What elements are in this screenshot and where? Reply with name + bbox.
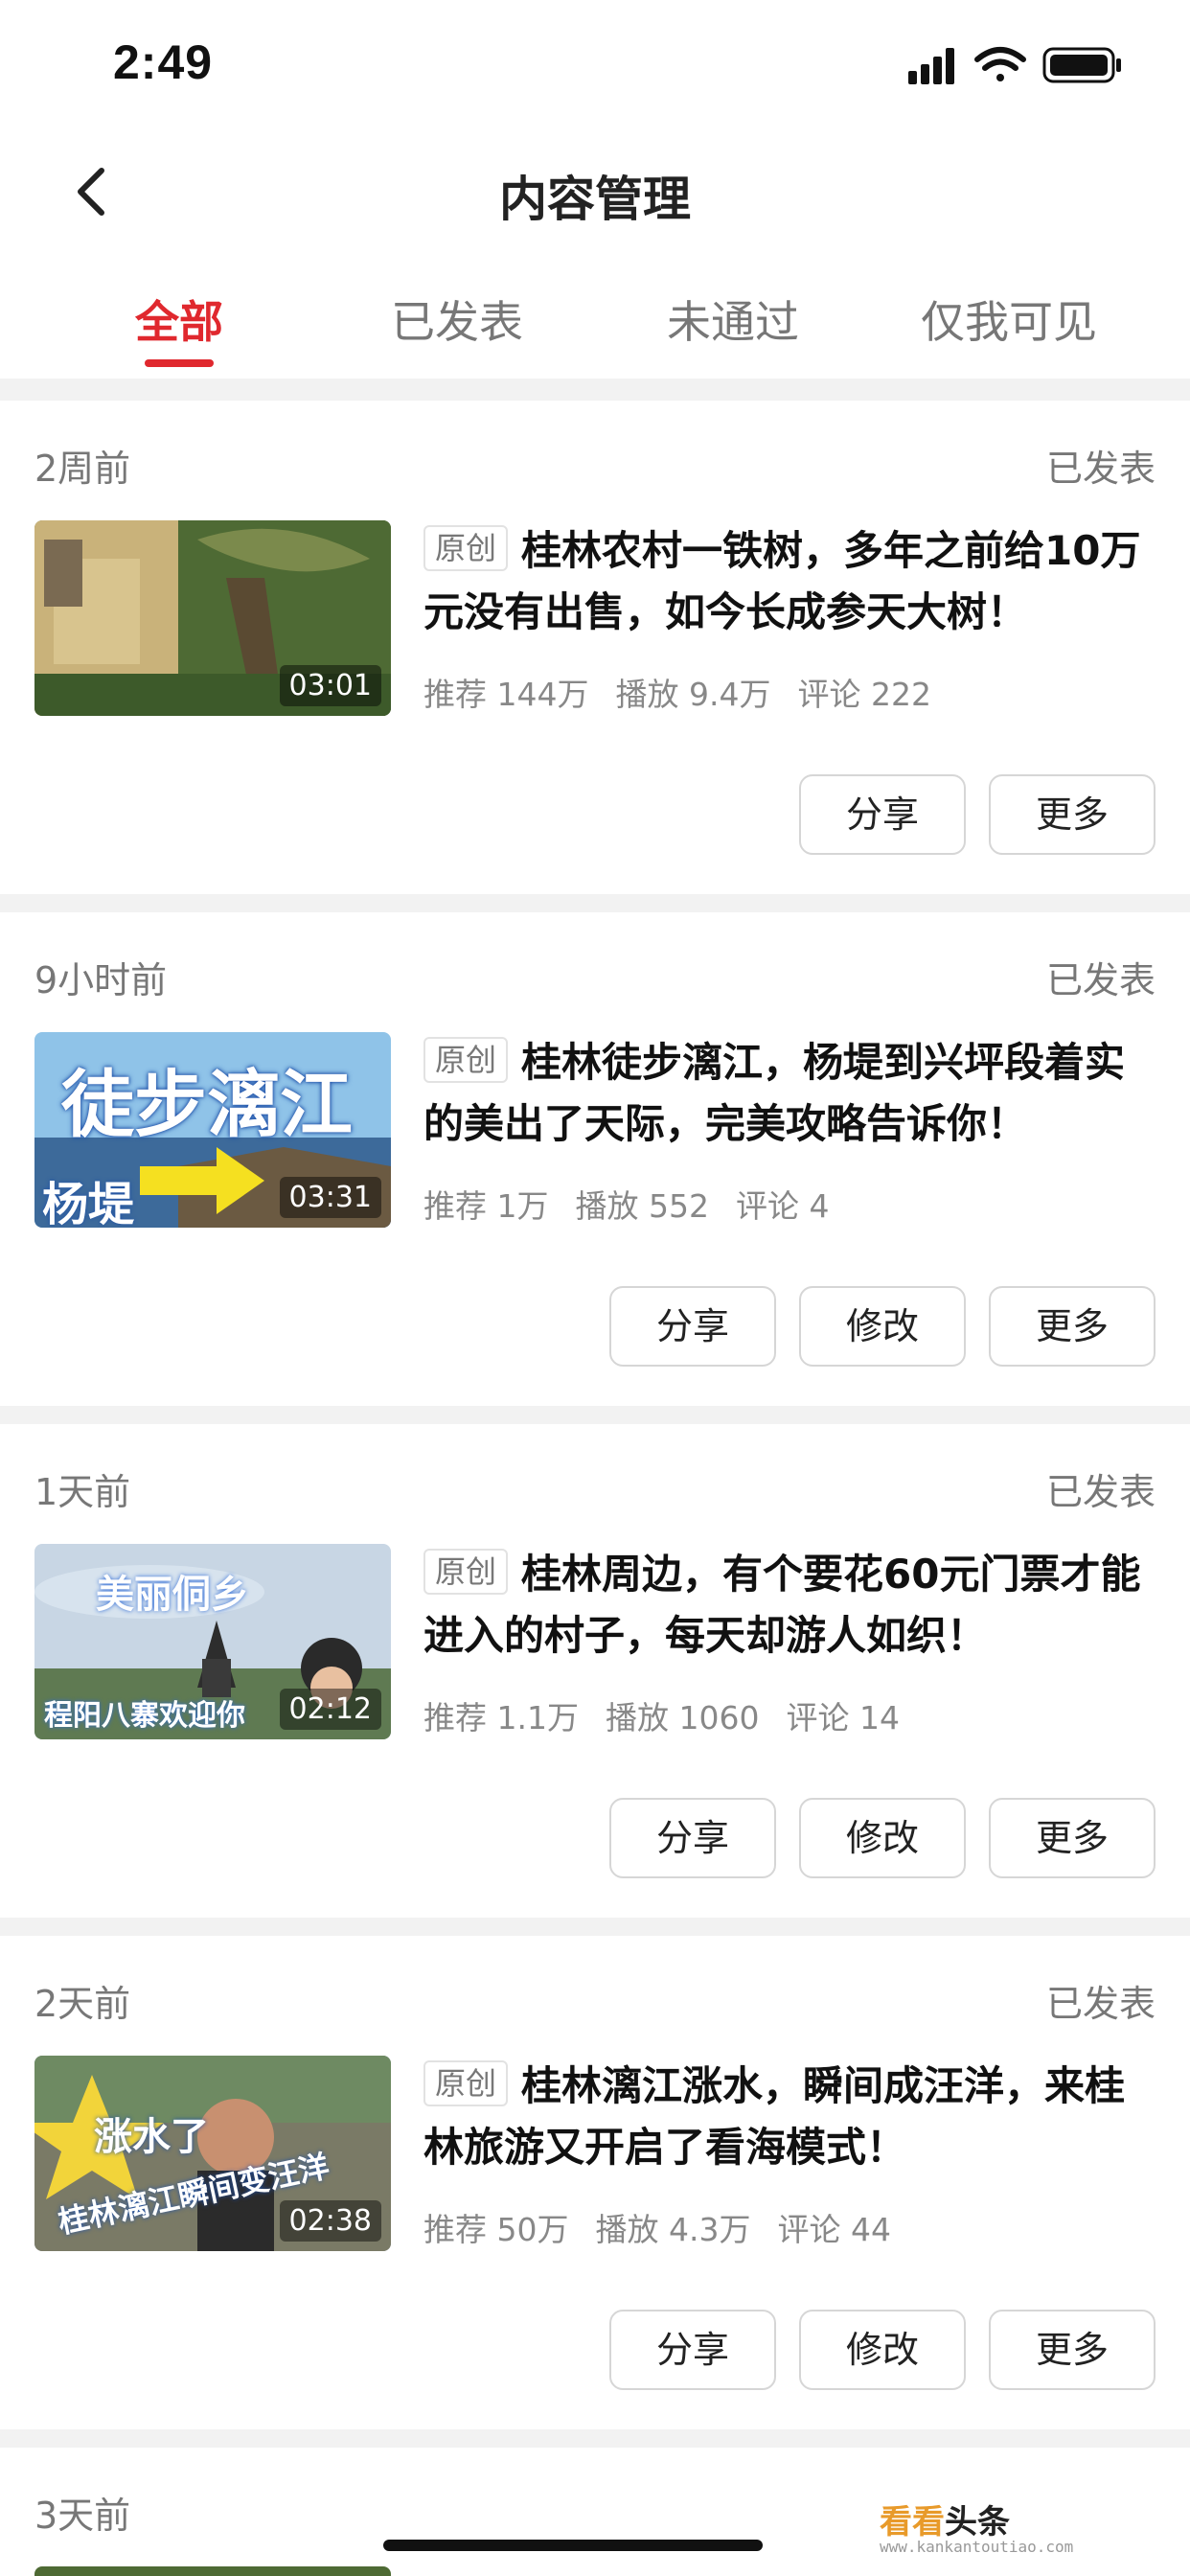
recommend-count: 推荐 1万 [423,1187,549,1225]
article-title[interactable]: 原创 桂林农村一铁树，多年之前给10万元没有出售，如今长成参天大树！ [423,520,1152,643]
comment-count: 评论 14 [786,1699,900,1736]
edit-button[interactable]: 修改 [799,1798,966,1878]
status-label: 已发表 [1045,959,1156,1001]
title-text: 桂林漓江涨水，瞬间成汪洋，来桂林旅游又开启了看海模式！ [423,2062,1126,2171]
share-button[interactable]: 分享 [609,1286,776,1367]
status-icons [908,47,1121,84]
play-count: 播放 552 [575,1187,709,1225]
title-text: 桂林徒步漓江，杨堤到兴坪段着实的美出了天际，完美攻略告诉你！ [423,1039,1126,1147]
original-tag: 原创 [423,1549,509,1595]
play-count: 播放 1060 [605,1699,760,1736]
original-tag: 原创 [423,525,509,571]
video-thumbnail[interactable]: 涨水了 桂林漓江瞬间变汪洋 02:38 [34,2056,391,2251]
wifi-icon [974,47,1026,81]
more-button[interactable]: 更多 [989,1286,1156,1367]
edit-button[interactable]: 修改 [799,2310,966,2390]
article-title[interactable]: 原创 桂林周边，有个要花60元门票才能进入的村子，每天却游人如织！ [423,1544,1152,1667]
video-thumbnail[interactable]: 03:01 [34,520,391,716]
thumbnail-subcaption: 程阳八寨欢迎你 [44,1699,245,1733]
publish-time: 2周前 [34,448,131,490]
publish-time: 9小时前 [34,959,168,1001]
comment-count: 评论 4 [735,1187,830,1225]
comment-count: 评论 222 [797,676,931,713]
recommend-count: 推荐 50万 [423,2211,569,2248]
more-button[interactable]: 更多 [989,1798,1156,1878]
tab-private[interactable]: 仅我可见 [889,288,1129,351]
tab-published[interactable]: 已发表 [337,288,577,351]
thumbnail-caption: 徒步漓江 [61,1062,353,1147]
battery-icon [1042,47,1121,83]
comment-count: 评论 44 [777,2211,891,2248]
signal-icon [908,48,954,84]
publish-time: 2天前 [34,1983,131,2025]
content-card[interactable]: 2周前 已发表 03:01 原创 桂林农村一铁树，多年之前给10万元没有出售，如今… [0,401,1190,894]
publish-time: 3天前 [34,2495,131,2537]
tab-not-approved[interactable]: 未通过 [613,288,853,351]
content-card[interactable]: 2天前 已发表 涨水了 桂林漓江瞬间变汪洋 02:38 原创 桂林漓江涨水，瞬间成… [0,1936,1190,2429]
stats-row: 推荐 50万 播放 4.3万 评论 44 [423,2204,918,2250]
nav-bar: 内容管理 [0,134,1190,249]
stats-row: 推荐 1万 播放 552 评论 4 [423,1181,856,1227]
play-count: 播放 9.4万 [615,676,771,713]
status-label: 已发表 [1045,1983,1156,2025]
status-label: 已发表 [1045,1471,1156,1513]
edit-button[interactable]: 修改 [799,1286,966,1367]
home-indicator[interactable] [383,2540,763,2551]
thumbnail-caption: 美丽侗乡 [96,1573,249,1617]
video-duration: 03:31 [279,1177,381,1218]
status-label: 已发表 [1045,448,1156,490]
article-title[interactable]: 原创 桂林漓江涨水，瞬间成汪洋，来桂林旅游又开启了看海模式！ [423,2056,1152,2178]
recommend-count: 推荐 144万 [423,676,589,713]
content-management-screen: 2:49 内容管理 全部 已发表 未通过 仅我可见 2周前 已发表 03:01 … [0,0,1190,2576]
stats-row: 推荐 1.1万 播放 1060 评论 14 [423,1692,927,1738]
watermark-url: www.kankantoutiao.com [880,2538,1074,2556]
more-button[interactable]: 更多 [989,774,1156,855]
video-duration: 02:12 [279,1689,381,1730]
title-text: 桂林农村一铁树，多年之前给10万元没有出售，如今长成参天大树！ [423,527,1141,635]
active-tab-indicator [145,359,214,367]
status-time: 2:49 [113,35,214,89]
play-count: 播放 4.3万 [595,2211,751,2248]
video-thumbnail[interactable] [34,2566,391,2576]
video-thumbnail[interactable]: 美丽侗乡 程阳八寨欢迎你 02:12 [34,1544,391,1739]
tab-all[interactable]: 全部 [59,288,299,351]
publish-time: 1天前 [34,1471,131,1513]
watermark-logo: 看看头条 [880,2503,1010,2542]
article-title[interactable]: 原创 桂林徒步漓江，杨堤到兴坪段着实的美出了天际，完美攻略告诉你！ [423,1032,1152,1155]
original-tag: 原创 [423,2060,509,2106]
status-bar: 2:49 [0,0,1190,134]
title-text: 桂林周边，有个要花60元门票才能进入的村子，每天却游人如织！ [423,1551,1141,1659]
share-button[interactable]: 分享 [609,1798,776,1878]
content-card[interactable]: 1天前 已发表 美丽侗乡 程阳八寨欢迎你 02:12 原创 桂林周边，有个要花60… [0,1424,1190,1918]
content-card[interactable]: 3天前 [0,2448,1190,2576]
video-duration: 03:01 [279,665,381,706]
video-duration: 02:38 [279,2200,381,2242]
filter-tabs: 全部 已发表 未通过 仅我可见 [0,249,1190,379]
original-tag: 原创 [423,1037,509,1083]
share-button[interactable]: 分享 [799,774,966,855]
recommend-count: 推荐 1.1万 [423,1699,579,1736]
content-card[interactable]: 9小时前 已发表 徒步漓江 杨堤 03:31 原创 桂林徒步漓江，杨堤到兴坪段着实… [0,912,1190,1406]
stats-row: 推荐 144万 播放 9.4万 评论 222 [423,669,958,715]
more-button[interactable]: 更多 [989,2310,1156,2390]
thumbnail-caption: 涨水了 [94,2115,209,2159]
share-button[interactable]: 分享 [609,2310,776,2390]
thumbnail-subcaption: 杨堤 [42,1178,135,1228]
video-thumbnail[interactable]: 徒步漓江 杨堤 03:31 [34,1032,391,1228]
page-title: 内容管理 [499,172,691,227]
